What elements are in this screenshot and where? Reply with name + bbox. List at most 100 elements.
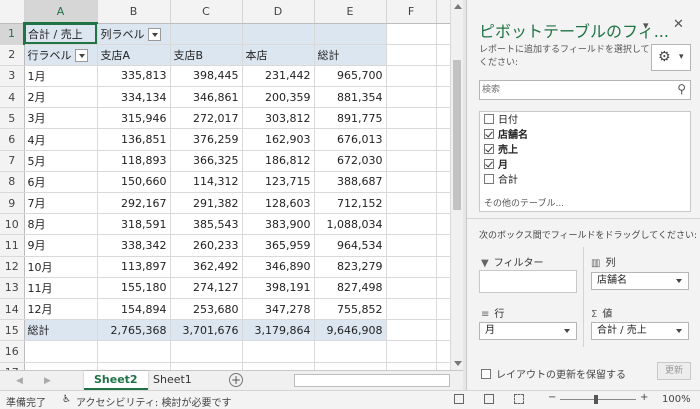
cell[interactable] (314, 362, 387, 370)
value-cell[interactable]: 672,030 (314, 150, 387, 172)
tab-scroll-right-icon[interactable]: ▶ (44, 376, 51, 386)
cell[interactable] (386, 23, 437, 45)
row-label-cell[interactable]: 3月 (24, 107, 98, 130)
cell[interactable] (386, 107, 437, 130)
close-icon[interactable]: ✕ (673, 17, 684, 32)
value-cell[interactable]: 365,959 (242, 234, 315, 257)
cell[interactable] (436, 171, 451, 194)
field-item-month[interactable]: 月 (484, 159, 508, 173)
cell[interactable] (386, 128, 437, 151)
value-cell[interactable]: 676,013 (314, 128, 387, 151)
row-header[interactable]: 2 (0, 44, 25, 66)
cell[interactable] (386, 65, 437, 88)
cell[interactable] (386, 44, 437, 66)
value-cell[interactable]: 154,894 (97, 298, 171, 321)
accessibility-icon[interactable]: ♿ (62, 394, 71, 405)
grand-total-cell[interactable]: 9,646,908 (314, 319, 387, 342)
zoom-level[interactable]: 100% (662, 394, 691, 405)
cell[interactable] (170, 340, 243, 363)
cell[interactable] (436, 340, 451, 363)
cell[interactable] (436, 319, 451, 342)
select-all-corner[interactable] (0, 0, 25, 24)
cell[interactable] (386, 319, 437, 342)
rows-field-dropdown[interactable]: 月 (479, 322, 577, 340)
search-input[interactable] (482, 82, 662, 98)
value-cell[interactable]: 150,660 (97, 171, 171, 194)
value-cell[interactable]: 881,354 (314, 86, 387, 109)
cell[interactable] (436, 107, 451, 130)
row-label-cell[interactable]: 8月 (24, 213, 98, 236)
cell[interactable] (436, 213, 451, 236)
cell[interactable] (314, 340, 387, 363)
zoom-slider-track[interactable] (560, 399, 636, 400)
value-cell[interactable]: 303,812 (242, 107, 315, 130)
row-filter-dropdown-icon[interactable] (74, 49, 88, 63)
cell[interactable] (436, 150, 451, 172)
row-header[interactable]: 5 (0, 107, 25, 130)
field-item-store[interactable]: 店舗名 (484, 129, 528, 143)
value-cell[interactable]: 346,890 (242, 256, 315, 278)
cell[interactable] (436, 234, 451, 257)
cell[interactable] (436, 128, 451, 151)
worksheet-grid[interactable]: A B C D E F 1 合計 / 売上 列ラベル 2 行ラベル 支店A 支店… (0, 0, 463, 370)
cell[interactable] (436, 362, 451, 370)
column-header-a[interactable]: A (24, 0, 98, 24)
cell[interactable] (242, 23, 315, 45)
row-label-cell[interactable]: 10月 (24, 256, 98, 278)
cell[interactable] (24, 362, 98, 370)
grand-total-cell[interactable]: 2,765,368 (97, 319, 171, 342)
value-cell[interactable]: 200,359 (242, 86, 315, 109)
value-cell[interactable]: 891,775 (314, 107, 387, 130)
cell[interactable] (242, 340, 315, 363)
pivot-header-cell[interactable]: 総計 (314, 44, 387, 66)
value-cell[interactable]: 113,897 (97, 256, 171, 278)
value-cell[interactable]: 136,851 (97, 128, 171, 151)
grand-total-cell[interactable]: 3,701,676 (170, 319, 243, 342)
cell[interactable] (386, 234, 437, 257)
cell[interactable] (386, 277, 437, 299)
checkbox-checked[interactable] (484, 129, 494, 139)
row-label-cell[interactable]: 7月 (24, 192, 98, 215)
pane-divider[interactable] (467, 218, 700, 219)
row-header[interactable]: 7 (0, 150, 25, 172)
row-header[interactable]: 6 (0, 128, 25, 151)
value-cell[interactable]: 1,088,034 (314, 213, 387, 236)
value-cell[interactable]: 347,278 (242, 298, 315, 321)
cell[interactable] (386, 150, 437, 172)
cell[interactable] (97, 340, 171, 363)
pivot-corner-cell[interactable]: 合計 / 売上 (24, 23, 98, 45)
column-header-f[interactable]: F (386, 0, 437, 24)
cell[interactable] (314, 23, 387, 45)
cell[interactable] (170, 23, 243, 45)
checkbox[interactable] (484, 174, 494, 184)
value-cell[interactable]: 155,180 (97, 277, 171, 299)
cell[interactable] (170, 362, 243, 370)
tab-scroll-left-icon[interactable]: ◀ (16, 376, 23, 386)
row-header[interactable]: 15 (0, 319, 25, 342)
value-cell[interactable]: 964,534 (314, 234, 387, 257)
row-header[interactable]: 17 (0, 362, 25, 370)
cell[interactable] (436, 44, 451, 66)
pivot-row-label-cell[interactable]: 行ラベル (24, 44, 98, 66)
row-header[interactable]: 1 (0, 23, 25, 45)
pivot-header-cell[interactable]: 支店B (170, 44, 243, 66)
pivot-col-label-cell[interactable]: 列ラベル (97, 23, 171, 45)
value-cell[interactable]: 385,543 (170, 213, 243, 236)
value-cell[interactable]: 366,325 (170, 150, 243, 172)
defer-layout-update[interactable]: レイアウトの更新を保留する (481, 366, 626, 381)
checkbox[interactable] (481, 369, 491, 379)
row-header[interactable]: 11 (0, 234, 25, 257)
value-cell[interactable]: 291,382 (170, 192, 243, 215)
cell[interactable] (436, 86, 451, 109)
normal-view-icon[interactable] (454, 394, 464, 404)
scroll-up-arrow-icon[interactable] (454, 4, 462, 9)
more-tables-link[interactable]: その他のテーブル... (484, 196, 564, 209)
field-item-sales[interactable]: 売上 (484, 144, 518, 158)
checkbox[interactable] (484, 114, 494, 124)
value-cell[interactable]: 965,700 (314, 65, 387, 88)
value-cell[interactable]: 383,900 (242, 213, 315, 236)
value-cell[interactable]: 123,715 (242, 171, 315, 194)
value-cell[interactable]: 334,134 (97, 86, 171, 109)
cell[interactable] (386, 213, 437, 236)
value-cell[interactable]: 346,861 (170, 86, 243, 109)
